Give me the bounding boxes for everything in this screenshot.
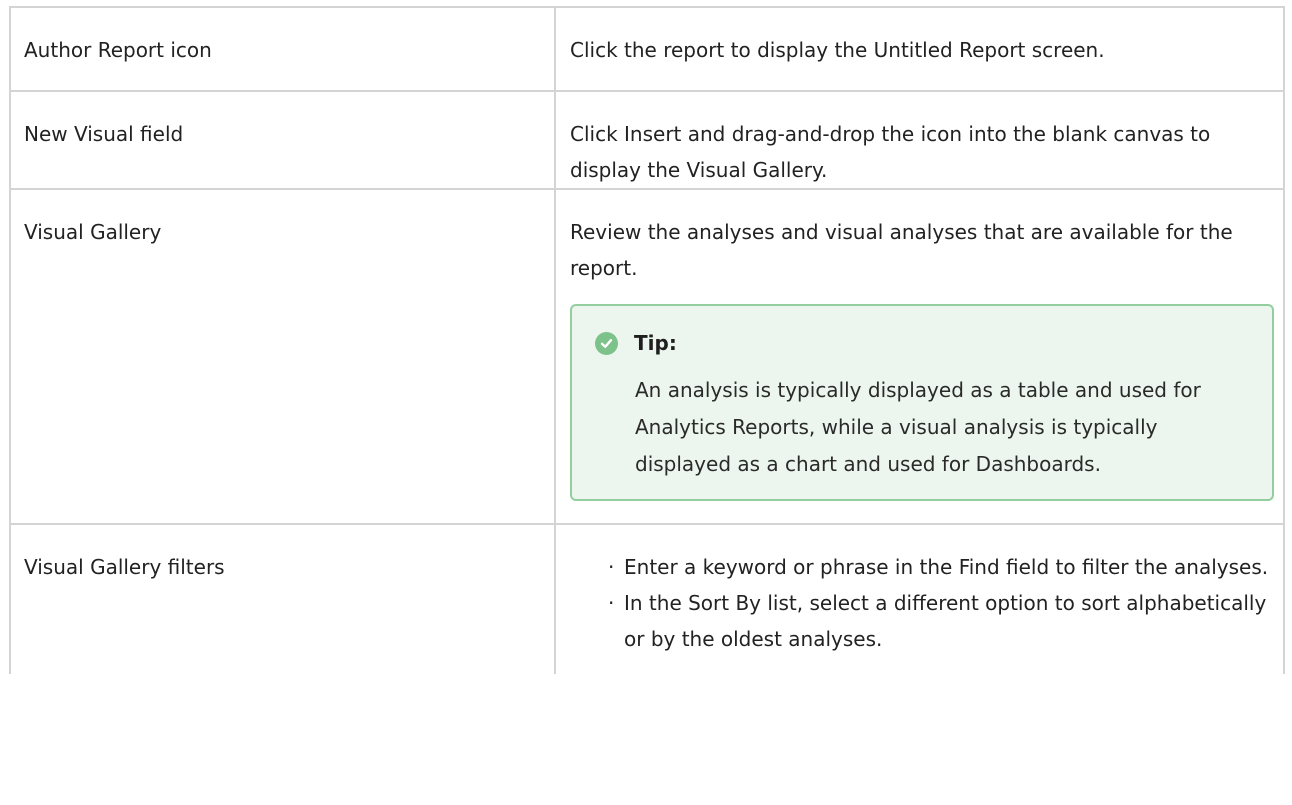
field-description: Click the report to display the Untitled…	[570, 38, 1105, 62]
table-row: New Visual field Click Insert and drag-a…	[9, 90, 1285, 190]
tip-title: Tip:	[634, 331, 677, 355]
field-description: Click Insert and drag-and-drop the icon …	[570, 122, 1211, 182]
bullet-list: · Enter a keyword or phrase in the Find …	[570, 549, 1271, 657]
field-name: Visual Gallery filters	[24, 555, 225, 579]
list-item-text: Enter a keyword or phrase in the Find fi…	[624, 555, 1269, 579]
description-cell: Review the analyses and visual analyses …	[554, 188, 1285, 525]
field-name: New Visual field	[24, 122, 184, 146]
tip-body: An analysis is typically displayed as a …	[635, 378, 1201, 476]
table-row: Visual Gallery Review the analyses and v…	[9, 188, 1285, 525]
tip-callout: Tip: An analysis is typically displayed …	[570, 304, 1274, 501]
table-row: Author Report icon Click the report to d…	[9, 6, 1285, 92]
description-cell: Click Insert and drag-and-drop the icon …	[554, 90, 1285, 190]
field-cell: Author Report icon	[9, 6, 556, 92]
field-cell: Visual Gallery filters	[9, 523, 556, 674]
description-cell: Click the report to display the Untitled…	[554, 6, 1285, 92]
field-description: Review the analyses and visual analyses …	[570, 220, 1233, 280]
bullet-icon: ·	[608, 591, 615, 615]
list-item: · Enter a keyword or phrase in the Find …	[608, 549, 1271, 585]
field-cell: Visual Gallery	[9, 188, 556, 525]
table-row: Visual Gallery filters · Enter a keyword…	[9, 523, 1285, 674]
list-item-text: In the Sort By list, select a different …	[624, 591, 1267, 651]
field-name: Visual Gallery	[24, 220, 162, 244]
bullet-icon: ·	[608, 555, 615, 579]
tip-header: Tip:	[592, 324, 1252, 362]
list-item: · In the Sort By list, select a differen…	[608, 585, 1271, 657]
field-name: Author Report icon	[24, 38, 212, 62]
field-cell: New Visual field	[9, 90, 556, 190]
description-cell: · Enter a keyword or phrase in the Find …	[554, 523, 1285, 674]
reference-table: Author Report icon Click the report to d…	[9, 6, 1285, 674]
check-circle-icon	[595, 331, 618, 355]
